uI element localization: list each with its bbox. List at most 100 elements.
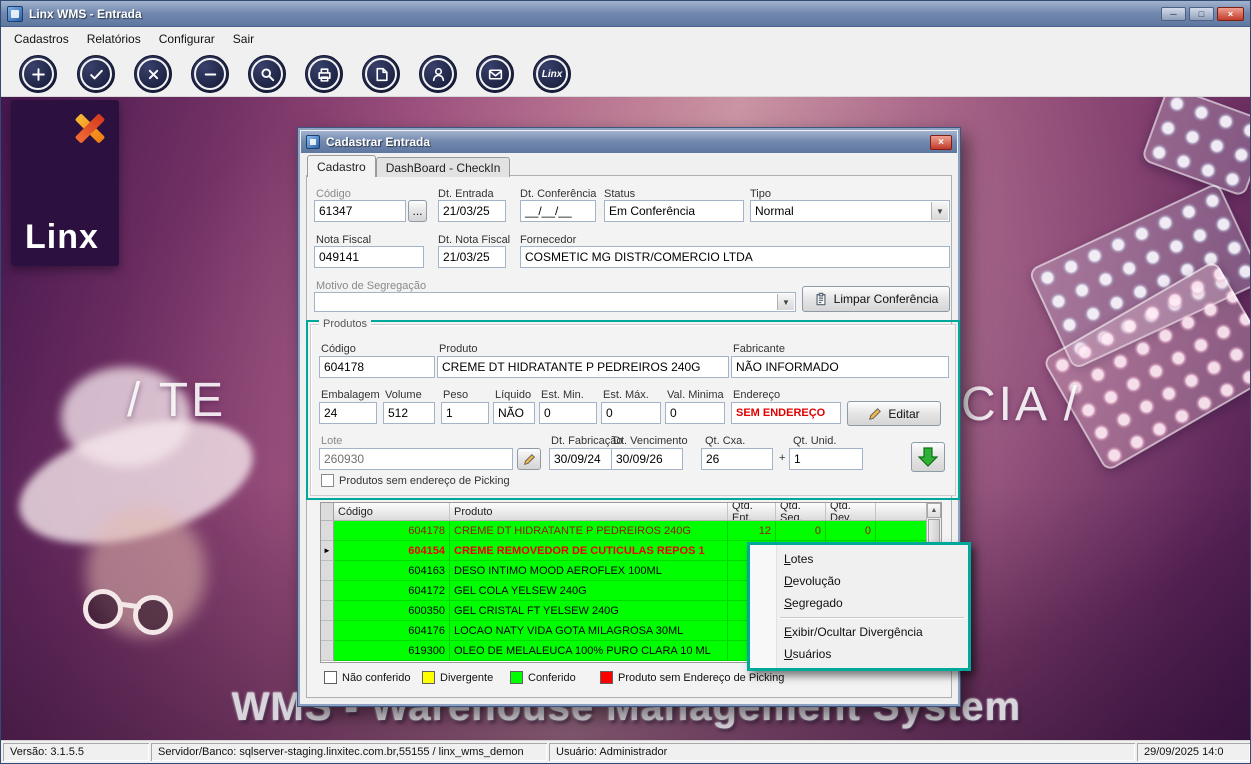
produtos-produto-input[interactable]: CREME DT HIDRATANTE P PEDREIROS 240G bbox=[437, 356, 729, 378]
peso-input[interactable]: 1 bbox=[441, 402, 489, 424]
picking-checkbox[interactable] bbox=[321, 474, 334, 487]
toolbar-search-button[interactable] bbox=[248, 55, 286, 93]
grid-header-codigo[interactable]: Código bbox=[334, 503, 450, 520]
liquido-input[interactable]: NÃO bbox=[493, 402, 535, 424]
context-menu-item-usuarios[interactable]: Usuários bbox=[750, 643, 968, 665]
tagline-right: CIA / bbox=[961, 378, 1081, 431]
window-controls: ─ □ × bbox=[1161, 6, 1244, 21]
tipo-label: Tipo bbox=[750, 188, 771, 200]
dt-fabricacao-input[interactable]: 30/09/24 bbox=[549, 448, 619, 470]
minimize-button[interactable]: ─ bbox=[1161, 6, 1186, 21]
volume-input[interactable]: 512 bbox=[383, 402, 435, 424]
grid-header-qtd-ent[interactable]: Qtd. Ent. bbox=[728, 503, 776, 520]
tipo-select[interactable]: Normal ▼ bbox=[750, 200, 950, 222]
est-min-input[interactable]: 0 bbox=[539, 402, 597, 424]
fabricante-input[interactable]: NÃO INFORMADO bbox=[731, 356, 949, 378]
add-to-conference-button[interactable] bbox=[911, 442, 945, 472]
cell-codigo: 604163 bbox=[334, 561, 450, 581]
menu-item-relatorios[interactable]: Relatórios bbox=[78, 29, 150, 49]
row-selector[interactable] bbox=[321, 601, 334, 621]
dt-entrada-input[interactable]: 21/03/25 bbox=[438, 200, 506, 222]
dropdown-arrow-icon[interactable]: ▼ bbox=[777, 294, 794, 310]
grid-header-produto[interactable]: Produto bbox=[450, 503, 728, 520]
codigo-input[interactable]: 61347 bbox=[314, 200, 406, 222]
produtos-codigo-input[interactable]: 604178 bbox=[319, 356, 435, 378]
search-icon bbox=[260, 67, 274, 81]
legend-label-sem-endereco: Produto sem Endereço de Picking bbox=[618, 672, 785, 684]
nota-fiscal-input[interactable]: 049141 bbox=[314, 246, 424, 268]
toolbar-remove-button[interactable] bbox=[191, 55, 229, 93]
toolbar-confirm-button[interactable] bbox=[77, 55, 115, 93]
context-menu-item-segregado[interactable]: Segregado bbox=[750, 592, 968, 614]
scroll-up-icon[interactable]: ▲ bbox=[927, 503, 941, 518]
tab-dashboard-checkin[interactable]: DashBoard - CheckIn bbox=[375, 157, 511, 177]
lote-input[interactable]: 260930 bbox=[319, 448, 513, 470]
toolbar-document-button[interactable] bbox=[362, 55, 400, 93]
tab-cadastro[interactable]: Cadastro bbox=[307, 155, 376, 177]
toolbar-send-button[interactable] bbox=[476, 55, 514, 93]
print-icon bbox=[317, 67, 331, 82]
item-label: egregado bbox=[792, 596, 843, 610]
cell-produto: CREME REMOVEDOR DE CUTICULAS REPOS 1 bbox=[450, 541, 728, 561]
dropdown-arrow-icon[interactable]: ▼ bbox=[931, 202, 948, 220]
menu-item-cadastros[interactable]: Cadastros bbox=[5, 29, 78, 49]
picking-checkbox-label: Produtos sem endereço de Picking bbox=[339, 475, 510, 487]
qt-cxa-input[interactable]: 26 bbox=[701, 448, 773, 470]
produtos-groupbox-title: Produtos bbox=[319, 318, 372, 330]
access-key: L bbox=[784, 552, 791, 566]
row-selector[interactable] bbox=[321, 521, 334, 541]
dialog-close-button[interactable]: × bbox=[930, 134, 952, 150]
close-button[interactable]: × bbox=[1217, 6, 1244, 21]
embalagem-input[interactable]: 24 bbox=[319, 402, 377, 424]
item-label: otes bbox=[790, 552, 814, 566]
table-row[interactable]: 604178 CREME DT HIDRATANTE P PEDREIROS 2… bbox=[321, 521, 941, 541]
dt-fabricacao-label: Dt. Fabricação bbox=[551, 435, 623, 447]
legend-label-nao-conferido: Não conferido bbox=[342, 672, 411, 684]
cell-codigo: 604154 bbox=[334, 541, 450, 561]
qt-unid-input[interactable]: 1 bbox=[789, 448, 863, 470]
dt-vencimento-input[interactable]: 30/09/26 bbox=[611, 448, 683, 470]
cancel-icon bbox=[148, 69, 158, 79]
fornecedor-input[interactable]: COSMETIC MG DISTR/COMERCIO LTDA bbox=[520, 246, 950, 268]
maximize-button[interactable]: □ bbox=[1189, 6, 1214, 21]
cell-codigo: 604176 bbox=[334, 621, 450, 641]
dt-conferencia-input[interactable]: __/__/__ bbox=[520, 200, 596, 222]
toolbar-user-button[interactable] bbox=[419, 55, 457, 93]
dialog-title: Cadastrar Entrada bbox=[326, 135, 431, 149]
context-menu-item-exibir-ocultar-divergencia[interactable]: Exibir/Ocultar Divergência bbox=[750, 621, 968, 643]
row-selector[interactable] bbox=[321, 581, 334, 601]
produtos-produto-label: Produto bbox=[439, 343, 478, 355]
toolbar-print-button[interactable] bbox=[305, 55, 343, 93]
editar-button[interactable]: Editar bbox=[847, 401, 941, 426]
menu-item-configurar[interactable]: Configurar bbox=[150, 29, 224, 49]
row-selector[interactable] bbox=[321, 621, 334, 641]
row-selector[interactable]: ► bbox=[321, 541, 334, 561]
toolbar-add-button[interactable] bbox=[19, 55, 57, 93]
row-selector[interactable] bbox=[321, 641, 334, 661]
context-menu-item-devolucao[interactable]: Devolução bbox=[750, 570, 968, 592]
grid-header-qtd-dev[interactable]: Qtd. Dev. bbox=[826, 503, 876, 520]
motivo-segregacao-select[interactable]: ▼ bbox=[314, 292, 796, 312]
limpar-conferencia-button[interactable]: Limpar Conferência bbox=[802, 286, 950, 312]
legend-label-conferido: Conferido bbox=[528, 672, 576, 684]
codigo-browse-button[interactable]: ... bbox=[408, 200, 427, 222]
val-minima-input[interactable]: 0 bbox=[665, 402, 725, 424]
lote-edit-button[interactable] bbox=[517, 448, 541, 470]
cell-filler bbox=[876, 521, 926, 541]
status-input[interactable]: Em Conferência bbox=[604, 200, 744, 222]
grid-header-qtd-seg[interactable]: Qtd. Seg. bbox=[776, 503, 826, 520]
limpar-conferencia-label: Limpar Conferência bbox=[833, 292, 939, 306]
menu-item-sair[interactable]: Sair bbox=[224, 29, 263, 49]
dt-nota-fiscal-input[interactable]: 21/03/25 bbox=[438, 246, 506, 268]
toolbar-linx-button[interactable]: Linx bbox=[533, 55, 571, 93]
context-menu-item-lotes[interactable]: Lotes bbox=[750, 548, 968, 570]
toolbar-cancel-button[interactable] bbox=[134, 55, 172, 93]
item-label: xibir/Ocultar Divergência bbox=[792, 625, 923, 639]
legend-label-divergente: Divergente bbox=[440, 672, 494, 684]
motivo-segregacao-label: Motivo de Segregação bbox=[316, 280, 427, 292]
grid-header-selector bbox=[321, 503, 334, 520]
row-selector[interactable] bbox=[321, 561, 334, 581]
editar-label: Editar bbox=[888, 406, 920, 421]
item-label: suários bbox=[792, 647, 832, 661]
est-max-input[interactable]: 0 bbox=[601, 402, 661, 424]
